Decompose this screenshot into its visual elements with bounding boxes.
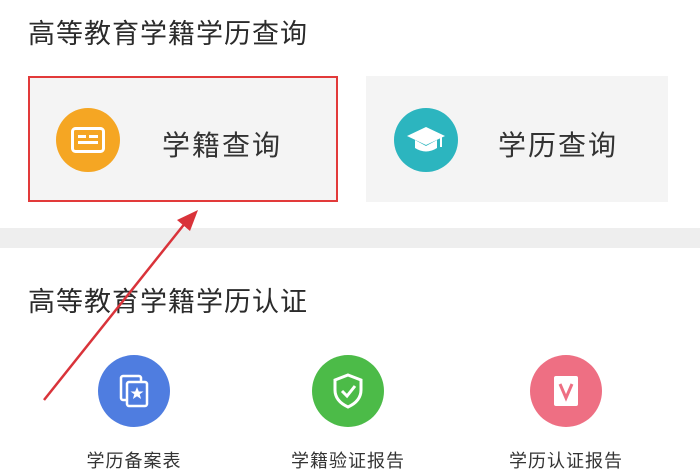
annotation-arrow [43, 210, 198, 401]
